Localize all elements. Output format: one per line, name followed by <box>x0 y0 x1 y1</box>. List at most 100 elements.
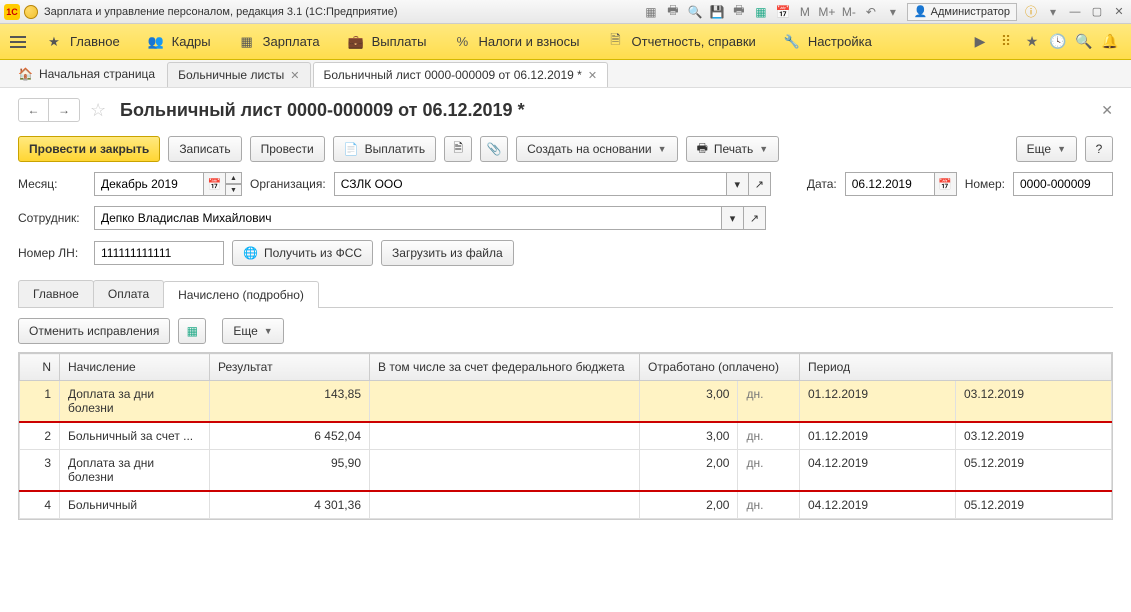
org-input[interactable] <box>334 172 727 196</box>
history-icon[interactable]: 🕓 <box>1049 33 1067 51</box>
save-icon[interactable]: 💾 <box>709 4 725 20</box>
play-icon[interactable]: ▶ <box>971 33 989 51</box>
more-button[interactable]: Еще▼ <box>1016 136 1077 162</box>
user-button[interactable]: 👤Администратор <box>907 3 1017 21</box>
favorite-icon[interactable]: ★ <box>1023 33 1041 51</box>
col-accrual[interactable]: Начисление <box>60 354 210 381</box>
ln-input[interactable] <box>94 241 224 265</box>
col-result[interactable]: Результат <box>210 354 370 381</box>
menu-zarplata[interactable]: ▦Зарплата <box>225 24 334 60</box>
table-row[interactable]: 2Больничный за счет ...6 452,043,00дн.01… <box>20 422 1112 450</box>
create-basis-button[interactable]: Создать на основании▼ <box>516 136 677 162</box>
cell-worked: 3,00 <box>640 422 738 450</box>
cell-federal <box>370 381 640 423</box>
tab-sick-doc[interactable]: Больничный лист 0000-000009 от 06.12.201… <box>313 62 609 87</box>
cell-period-to: 03.12.2019 <box>956 422 1112 450</box>
page-title: Больничный лист 0000-000009 от 06.12.201… <box>120 100 525 121</box>
org-label: Организация: <box>250 177 326 191</box>
pay-button[interactable]: 📄Выплатить <box>333 136 436 162</box>
info-icon[interactable]: ⓘ <box>1023 4 1039 20</box>
m-button[interactable]: M <box>797 4 813 20</box>
table-row[interactable]: 4Больничный4 301,362,00дн.04.12.201905.1… <box>20 491 1112 519</box>
month-input[interactable] <box>94 172 204 196</box>
date-calendar-button[interactable]: 📅 <box>935 172 957 196</box>
cell-period-from: 04.12.2019 <box>800 450 956 492</box>
m-plus-button[interactable]: M+ <box>819 4 835 20</box>
menu-settings[interactable]: 🔧Настройка <box>770 24 886 60</box>
orb-menu[interactable] <box>24 5 38 19</box>
grid-table: N Начисление Результат В том числе за сч… <box>18 352 1113 520</box>
menu-vyplaty[interactable]: 💼Выплаты <box>334 24 441 60</box>
col-period[interactable]: Период <box>800 354 1112 381</box>
col-federal[interactable]: В том числе за счет федерального бюджета <box>370 354 640 381</box>
attach-icon-button[interactable]: 📎 <box>480 136 508 162</box>
table-row[interactable]: 1Доплата за дни болезни143,853,00дн.01.1… <box>20 381 1112 423</box>
post-close-button[interactable]: Провести и закрыть <box>18 136 160 162</box>
grid-toolbar: Отменить исправления ▦ Еще▼ <box>18 318 1113 344</box>
itab-accrued[interactable]: Начислено (подробно) <box>163 281 319 308</box>
date-label: Дата: <box>807 177 837 191</box>
print2-icon[interactable]: 🖶 <box>731 4 747 20</box>
calc-icon[interactable]: ▦ <box>753 4 769 20</box>
chevron-down-icon[interactable]: ▾ <box>1045 4 1061 20</box>
month-up[interactable]: ▲ <box>226 172 242 184</box>
cancel-fix-button[interactable]: Отменить исправления <box>18 318 170 344</box>
help-button[interactable]: ? <box>1085 136 1113 162</box>
table-row[interactable]: 3Доплата за дни болезни95,902,00дн.04.12… <box>20 450 1112 492</box>
org-dropdown[interactable]: ▾ <box>727 172 749 196</box>
number-input[interactable] <box>1013 172 1113 196</box>
tb-icon-1[interactable]: ▦ <box>643 4 659 20</box>
cancel-fix-label: Отменить исправления <box>29 324 159 338</box>
cell-worked: 2,00 <box>640 491 738 519</box>
grid-settings-button[interactable]: ▦ <box>178 318 206 344</box>
page-close[interactable]: ✕ <box>1101 102 1113 119</box>
undo-icon[interactable]: ↶ <box>863 4 879 20</box>
post-button[interactable]: Провести <box>250 136 325 162</box>
m-minus-button[interactable]: M- <box>841 4 857 20</box>
bell-icon[interactable]: 🔔 <box>1101 33 1119 51</box>
org-open[interactable]: ↗ <box>749 172 771 196</box>
tab-1-close[interactable]: ✕ <box>588 69 597 82</box>
print-icon[interactable]: 🖶 <box>665 4 681 20</box>
month-calendar-button[interactable]: 📅 <box>204 172 226 196</box>
tab-0-close[interactable]: ✕ <box>290 69 299 82</box>
itab-payment[interactable]: Оплата <box>93 280 164 307</box>
menu-reports[interactable]: 🗎Отчетность, справки <box>594 24 770 60</box>
get-fss-button[interactable]: 🌐Получить из ФСС <box>232 240 373 266</box>
col-n[interactable]: N <box>20 354 60 381</box>
employee-input[interactable] <box>94 206 722 230</box>
apps-icon[interactable]: ⠿ <box>997 33 1015 51</box>
hamburger-button[interactable] <box>4 28 32 56</box>
dropdown-icon[interactable]: ▾ <box>885 4 901 20</box>
file-icon-button[interactable]: 🗎 <box>444 136 472 162</box>
employee-input-wrap: ▾ ↗ <box>94 206 766 230</box>
month-down[interactable]: ▼ <box>226 184 242 196</box>
menu-nalogi[interactable]: %Налоги и взносы <box>440 24 593 60</box>
menu-main[interactable]: ★Главное <box>32 24 134 60</box>
nav-forward[interactable]: → <box>49 99 79 121</box>
tab-home[interactable]: 🏠Начальная страница <box>8 61 165 87</box>
nav-back[interactable]: ← <box>19 99 49 121</box>
employee-dropdown[interactable]: ▾ <box>722 206 744 230</box>
favorite-star[interactable]: ☆ <box>90 100 110 120</box>
tab-1-label: Больничный лист 0000-000009 от 06.12.201… <box>324 68 582 82</box>
grid-more-button[interactable]: Еще▼ <box>222 318 283 344</box>
cell-unit: дн. <box>738 422 800 450</box>
employee-open[interactable]: ↗ <box>744 206 766 230</box>
search-icon[interactable]: 🔍 <box>1075 33 1093 51</box>
maximize-button[interactable]: ▢ <box>1089 4 1105 20</box>
save-button[interactable]: Записать <box>168 136 241 162</box>
date-input[interactable] <box>845 172 935 196</box>
print-button[interactable]: 🖶Печать▼ <box>686 136 780 162</box>
pay-icon: 📄 <box>344 142 359 156</box>
minimize-button[interactable]: — <box>1067 4 1083 20</box>
col-worked[interactable]: Отработано (оплачено) <box>640 354 800 381</box>
itab-main[interactable]: Главное <box>18 280 94 307</box>
calendar-icon[interactable]: 📅 <box>775 4 791 20</box>
menu-kadry[interactable]: 👥Кадры <box>134 24 225 60</box>
open-tabs-bar: 🏠Начальная страница Больничные листы✕ Бо… <box>0 60 1131 88</box>
close-window-button[interactable]: ✕ <box>1111 4 1127 20</box>
preview-icon[interactable]: 🔍 <box>687 4 703 20</box>
tab-sick-list[interactable]: Больничные листы✕ <box>167 62 310 87</box>
load-file-button[interactable]: Загрузить из файла <box>381 240 514 266</box>
